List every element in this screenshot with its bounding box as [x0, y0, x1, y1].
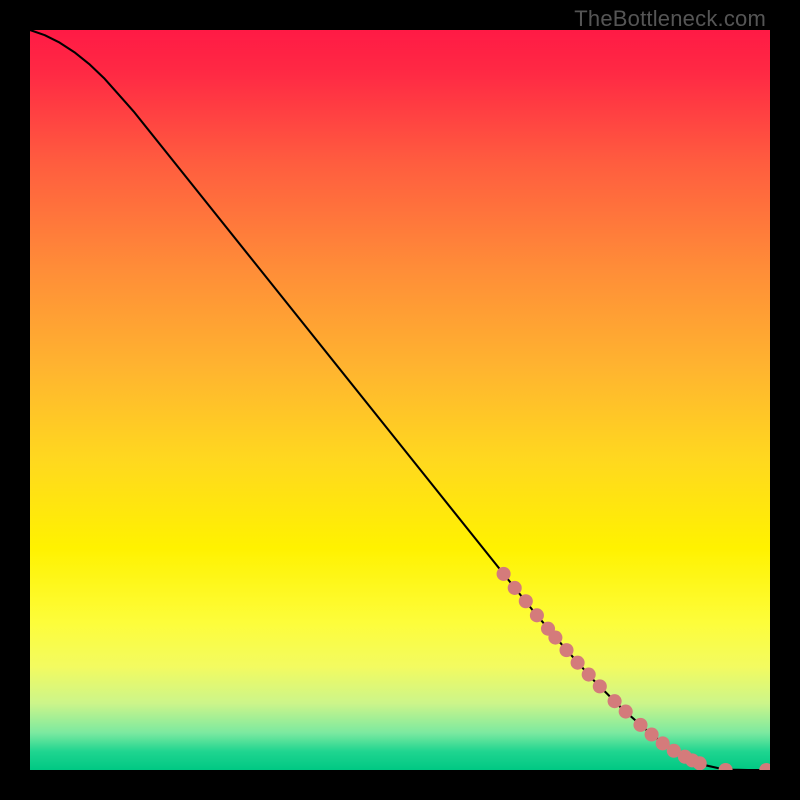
- data-point: [593, 679, 607, 693]
- highlight-dots: [497, 567, 770, 770]
- plot-area: [30, 30, 770, 770]
- data-point: [571, 656, 585, 670]
- data-point: [508, 581, 522, 595]
- watermark-text: TheBottleneck.com: [574, 6, 766, 32]
- chart-frame: TheBottleneck.com: [0, 0, 800, 800]
- data-point: [582, 668, 596, 682]
- main-curve: [30, 30, 770, 770]
- data-point: [548, 631, 562, 645]
- data-point: [497, 567, 511, 581]
- data-point: [645, 727, 659, 741]
- data-point: [759, 763, 770, 770]
- data-point: [608, 694, 622, 708]
- data-point: [530, 608, 544, 622]
- data-point: [519, 594, 533, 608]
- data-point: [633, 718, 647, 732]
- data-point: [719, 763, 733, 770]
- data-point: [619, 705, 633, 719]
- curve-layer: [30, 30, 770, 770]
- data-point: [693, 756, 707, 770]
- data-point: [559, 643, 573, 657]
